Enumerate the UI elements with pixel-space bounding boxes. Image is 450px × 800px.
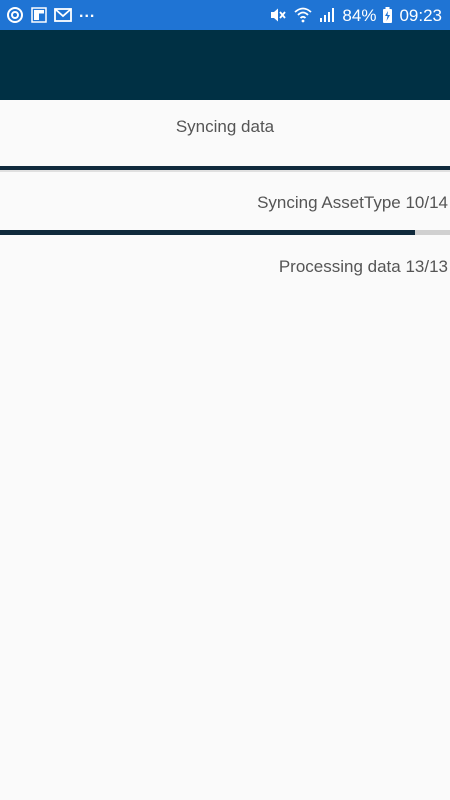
asset-progress-fill [0, 230, 415, 235]
more-notifications-indicator: ... [79, 4, 96, 21]
sync-circle-icon [6, 6, 24, 24]
sync-title: Syncing data [175, 117, 275, 136]
mute-icon [269, 7, 287, 23]
status-bar: ... 84% 09:23 [0, 0, 450, 30]
status-bar-right: 84% 09:23 [269, 7, 442, 24]
asset-progress-bar [0, 230, 450, 235]
sync-content: Syncing data Syncing AssetType 10/14 Pro… [0, 100, 450, 800]
app-bar [0, 30, 450, 100]
battery-charging-icon [383, 7, 393, 23]
status-bar-left: ... [6, 4, 96, 24]
clock-time: 09:23 [399, 5, 442, 25]
processing-data-label: Processing data 13/13 [278, 257, 448, 276]
asset-type-sync-label: Syncing AssetType 10/14 [257, 193, 448, 212]
flipboard-icon [31, 7, 47, 23]
divider-top [0, 170, 450, 172]
signal-icon [319, 7, 335, 23]
battery-percent: 84% [342, 5, 377, 25]
gmail-icon [54, 7, 72, 23]
wifi-icon [294, 7, 313, 23]
